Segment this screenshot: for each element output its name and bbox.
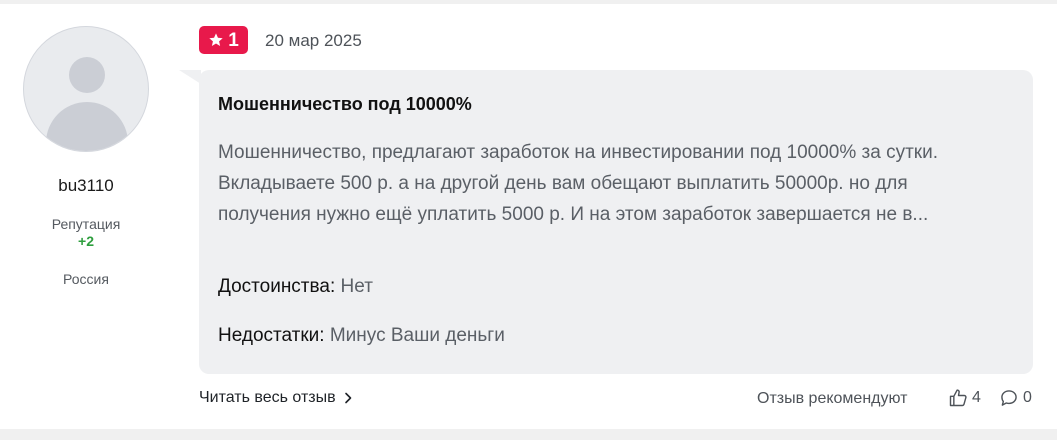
read-full-review-link[interactable]: Читать весь отзыв	[199, 389, 352, 407]
comment-icon	[999, 388, 1019, 408]
review-card: bu3110 Репутация +2 Россия 1 20 мар 2025…	[0, 4, 1057, 429]
pros-value: Нет	[340, 276, 373, 297]
comments-count: 0	[1023, 389, 1032, 406]
reputation-label: Репутация	[51, 216, 121, 232]
bubble-tail	[179, 70, 201, 84]
reputation-value: +2	[78, 233, 94, 249]
review-title[interactable]: Мошенничество под 10000%	[218, 94, 472, 115]
cons-value: Минус Ваши деньги	[329, 325, 505, 346]
recommend-label: Отзыв рекомендуют	[757, 390, 908, 407]
author-username[interactable]: bu3110	[0, 176, 172, 196]
review-pros: Достоинства: Нет	[218, 276, 373, 298]
comments-button[interactable]: 0	[999, 388, 1032, 408]
cons-label: Недостатки:	[218, 325, 325, 346]
avatar-body-shape	[46, 102, 128, 151]
chevron-right-icon	[344, 392, 352, 404]
likes-count: 4	[972, 389, 981, 406]
review-date: 20 мар 2025	[265, 31, 362, 50]
review-text: Мошенничество, предлагают заработок на и…	[218, 142, 938, 225]
pros-label: Достоинства:	[218, 276, 336, 297]
avatar-head-shape	[69, 57, 105, 93]
star-icon	[208, 32, 224, 48]
like-button[interactable]: 4	[948, 388, 981, 408]
rating-badge: 1	[199, 26, 248, 54]
thumbs-up-icon	[948, 388, 968, 408]
review-cons: Недостатки: Минус Ваши деньги	[218, 325, 505, 347]
author-country: Россия	[63, 271, 109, 287]
review-bubble: Мошенничество под 10000% Мошенничество, …	[199, 70, 1033, 374]
author-panel: bu3110 Репутация +2 Россия	[0, 4, 172, 429]
user-avatar-placeholder-icon[interactable]	[23, 26, 149, 152]
rating-value: 1	[228, 29, 239, 51]
read-more-label: Читать весь отзыв	[199, 389, 336, 406]
